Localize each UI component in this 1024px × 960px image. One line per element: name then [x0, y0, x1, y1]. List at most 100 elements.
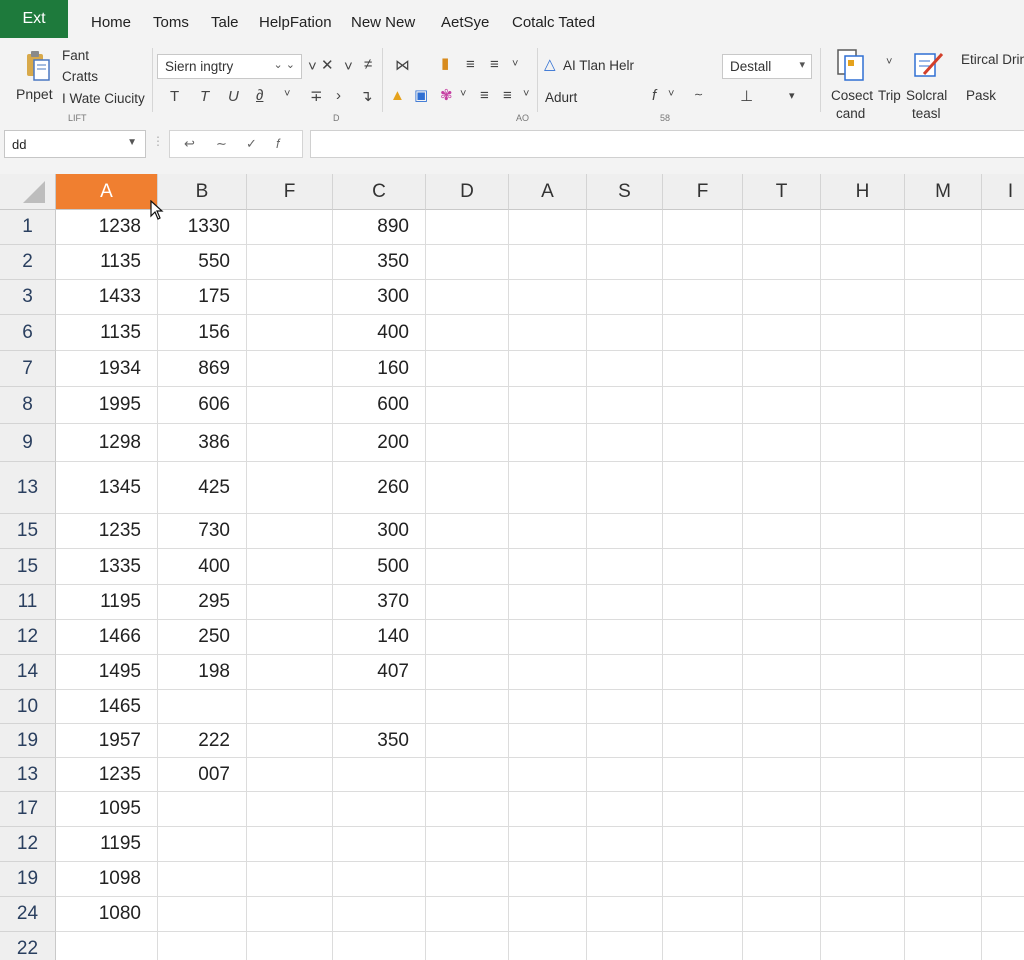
row-header[interactable]: 17 [0, 792, 56, 827]
cell[interactable] [982, 897, 1024, 932]
column-header[interactable]: D [426, 174, 509, 210]
cell[interactable] [426, 620, 509, 655]
color-wheel-icon[interactable]: ✾ [440, 86, 453, 104]
cell[interactable] [663, 620, 743, 655]
cell[interactable] [905, 280, 982, 315]
picture-icon[interactable]: ▣ [414, 86, 428, 104]
cell[interactable] [426, 932, 509, 960]
cell[interactable] [982, 549, 1024, 585]
cell[interactable] [247, 514, 333, 549]
cell[interactable] [587, 827, 663, 862]
cell[interactable]: 1195 [56, 827, 158, 862]
cell[interactable] [509, 620, 587, 655]
tab-new-new[interactable]: New New [351, 14, 415, 31]
cell[interactable] [333, 758, 426, 792]
cell[interactable] [982, 724, 1024, 758]
cell[interactable] [663, 655, 743, 690]
cell[interactable] [821, 245, 905, 280]
cell[interactable] [905, 620, 982, 655]
command-etircal[interactable]: Etircal Drin [961, 52, 1024, 67]
column-header[interactable]: B [158, 174, 247, 210]
cell[interactable] [509, 514, 587, 549]
cell[interactable] [982, 514, 1024, 549]
function-icon[interactable]: f [652, 87, 656, 104]
column-header[interactable]: A [509, 174, 587, 210]
align-chevron-icon[interactable]: ˅ [512, 58, 518, 70]
tab-aetsye[interactable]: AetSye [441, 14, 489, 31]
column-header[interactable]: T [743, 174, 821, 210]
tab-home[interactable]: Home [91, 14, 131, 31]
cell[interactable]: 606 [158, 387, 247, 424]
cell[interactable] [663, 424, 743, 462]
row-header[interactable]: 24 [0, 897, 56, 932]
column-header[interactable]: C [333, 174, 426, 210]
row-header[interactable]: 9 [0, 424, 56, 462]
cell[interactable] [158, 862, 247, 897]
crafts-label[interactable]: Cratts [62, 69, 98, 84]
cell[interactable]: 1465 [56, 690, 158, 724]
cell[interactable] [905, 690, 982, 724]
cell[interactable] [333, 862, 426, 897]
cell[interactable] [587, 351, 663, 387]
row-header[interactable]: 13 [0, 462, 56, 514]
font-name-dropdown[interactable]: Siern ingtry ⌄ ⌄ [157, 54, 302, 79]
tab-toms[interactable]: Toms [153, 14, 189, 31]
row-header[interactable]: 10 [0, 690, 56, 724]
cell[interactable] [247, 758, 333, 792]
cell[interactable] [905, 351, 982, 387]
cell[interactable]: 1934 [56, 351, 158, 387]
cell[interactable] [982, 315, 1024, 351]
number-format-dropdown[interactable]: Destall ▾ [722, 54, 812, 79]
cell[interactable] [158, 827, 247, 862]
cell[interactable] [982, 620, 1024, 655]
cell[interactable] [663, 827, 743, 862]
cell[interactable] [821, 655, 905, 690]
cell[interactable] [982, 245, 1024, 280]
cell[interactable] [587, 462, 663, 514]
cell[interactable] [743, 620, 821, 655]
color-chevron-icon[interactable]: ˅ [460, 88, 466, 100]
text-chevron-icon[interactable]: ˅ [523, 88, 529, 100]
cell[interactable]: 730 [158, 514, 247, 549]
cell[interactable] [743, 724, 821, 758]
cell[interactable]: 386 [158, 424, 247, 462]
formula-input[interactable] [310, 130, 1024, 158]
cell[interactable] [509, 245, 587, 280]
cell[interactable] [587, 932, 663, 960]
edit-pen-icon[interactable] [912, 48, 946, 82]
cell[interactable]: 1335 [56, 549, 158, 585]
wrap-icon[interactable]: ↴ [360, 87, 373, 105]
document-chevron-icon[interactable]: ˅ [886, 56, 892, 68]
cell[interactable] [905, 585, 982, 620]
border-icon[interactable]: ∓ [310, 87, 323, 105]
row-header[interactable]: 13 [0, 758, 56, 792]
cell[interactable] [247, 424, 333, 462]
cell[interactable] [663, 280, 743, 315]
clear-format-icon[interactable]: ✕ [321, 56, 334, 74]
cell[interactable] [158, 932, 247, 960]
cell[interactable] [509, 690, 587, 724]
row-header[interactable]: 6 [0, 315, 56, 351]
cell[interactable] [821, 210, 905, 245]
cell[interactable] [663, 210, 743, 245]
cell[interactable]: 600 [333, 387, 426, 424]
cell[interactable] [426, 827, 509, 862]
cell[interactable] [743, 315, 821, 351]
cell[interactable] [509, 351, 587, 387]
tab-tale[interactable]: Tale [211, 14, 239, 31]
cell[interactable] [587, 210, 663, 245]
cell[interactable]: 1298 [56, 424, 158, 462]
cell[interactable] [905, 758, 982, 792]
cell[interactable]: 260 [333, 462, 426, 514]
row-header[interactable]: 15 [0, 549, 56, 585]
cell[interactable] [663, 932, 743, 960]
column-header[interactable]: F [663, 174, 743, 210]
cell[interactable] [821, 424, 905, 462]
adjust-button[interactable]: Adurt [545, 90, 577, 105]
cell[interactable] [509, 758, 587, 792]
cell[interactable] [426, 655, 509, 690]
cell[interactable] [982, 690, 1024, 724]
cell[interactable] [509, 462, 587, 514]
cell[interactable] [247, 280, 333, 315]
cell[interactable] [587, 280, 663, 315]
